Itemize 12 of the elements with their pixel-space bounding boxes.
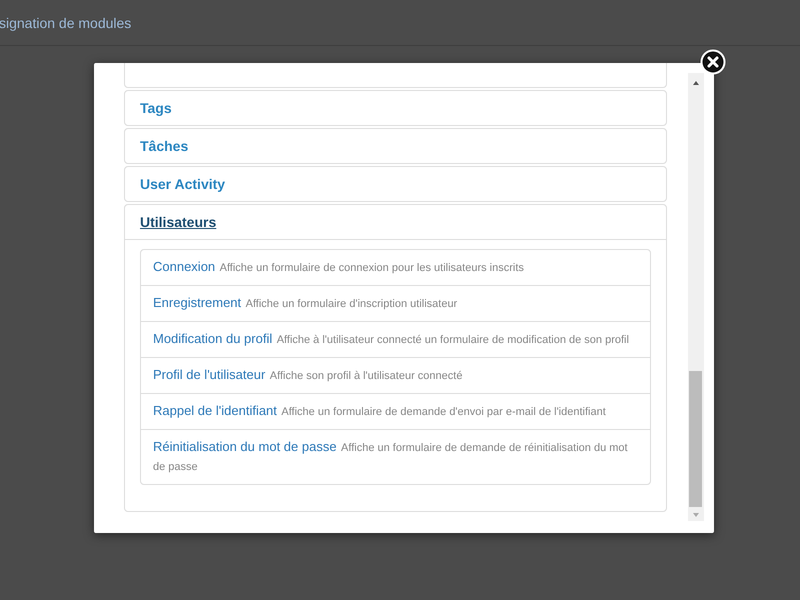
module-entry[interactable]: Réinitialisation du mot de passe Affiche un formulaire de demande de réinitialisation du mot de passe [153,438,638,476]
module-entry[interactable]: Enregistrement Affiche un formulaire d'inscription utilisateur [153,294,638,313]
module-entry[interactable]: Modification du profil Affiche à l'utilisateur connecté un formulaire de modification de son profil [153,330,638,349]
module-entry[interactable]: Connexion Affiche un formulaire de connexion pour les utilisateurs inscrits [153,258,638,277]
panel-title-link[interactable]: User Activity [140,176,226,192]
close-icon[interactable] [700,49,726,75]
module-entry[interactable]: Rappel de l'identifiant Affiche un formulaire de demande d'envoi par e-mail de l'identifiant [153,402,638,421]
module-entry[interactable]: Profil de l'utilisateur Affiche son profil à l'utilisateur connecté [153,366,638,385]
panel-title-link[interactable]: Tâches [140,138,188,154]
panel-title-link[interactable]: Utilisateurs [140,214,216,230]
panel-title-link[interactable]: Tags [140,100,172,116]
scrollbar-drawing[interactable] [688,73,704,521]
